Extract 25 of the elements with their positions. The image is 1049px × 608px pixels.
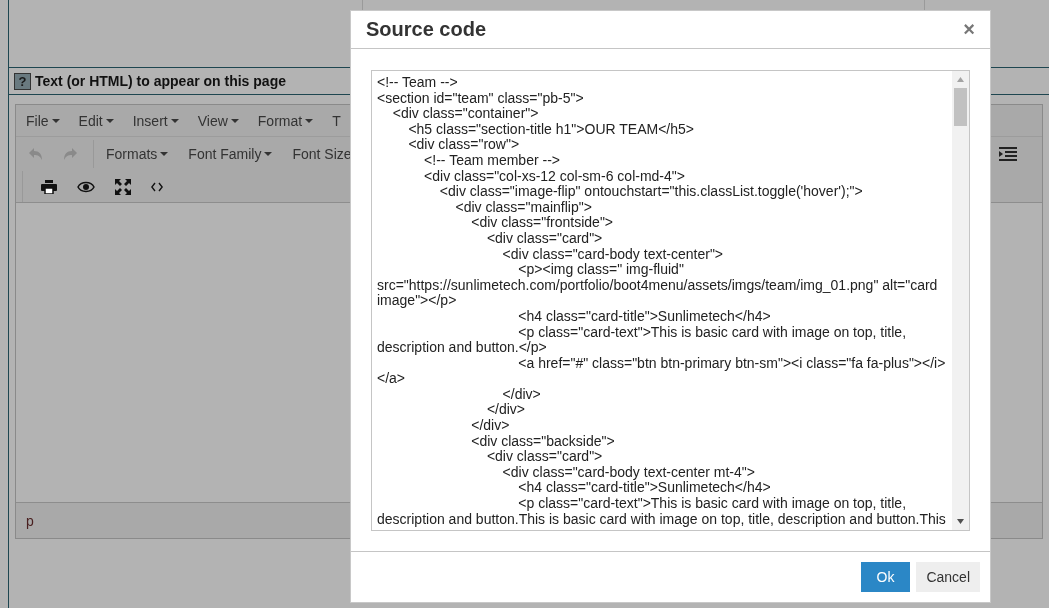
scroll-down-icon[interactable] bbox=[957, 519, 964, 524]
dialog-title: Source code bbox=[366, 18, 488, 41]
dropdown-button[interactable]: Formats bbox=[106, 146, 169, 162]
menu-item[interactable]: T bbox=[332, 112, 341, 129]
eye-icon[interactable] bbox=[77, 180, 95, 193]
print-icon[interactable] bbox=[41, 179, 57, 194]
code-field[interactable]: <!-- Team --> <section id="team" class="pb-5"> <div class="container"> <h5 class="section-title h1">OUR TEAM</h5> <div class="row"> <!-- Team member --> <div class="col-xs-12 col-sm-6 col-md-4"> <div class="image-flip" ontouchstart="this.classList.toggle('hover');"> <div class="mainflip"> <div class="frontside"> <div class="card"> <div class="card-body text-center"> <p><img class=" img-fluid" src="https://sunlimetech.com/portfolio/boot4menu/assets/imgs/team/img_01.png" alt="card image"></p> <h4 class="card-title">Sunlimetech</h4> <p class="card-text">This is basic card with image on top, title, description and button.</p> <a href="#" class="btn btn-primary btn-sm"><i class="fa fa-plus"></i></a> </div> </div> </div> <div class="backside"> <div class="card"> <div class="card-body text-center mt-4"> <h4 class="card-title">Sunlimetech</h4> <p class="card-text">This is basic card with image on top, title, description and button.This is basic card with image on top, title, description and button.This bbox=[371, 70, 970, 531]
menu-item[interactable]: Edit bbox=[78, 112, 114, 129]
dropdown-button[interactable]: Font Family bbox=[188, 146, 273, 162]
menu-item[interactable]: Insert bbox=[132, 112, 179, 129]
dropdown-button[interactable]: Font Size bbox=[292, 146, 352, 162]
element-path[interactable]: p bbox=[26, 512, 34, 529]
scrollbar[interactable] bbox=[952, 71, 969, 530]
field-label: Text (or HTML) to appear on this page bbox=[35, 73, 286, 89]
fullscreen-icon[interactable] bbox=[115, 178, 131, 195]
menu-item[interactable]: Format bbox=[257, 112, 314, 129]
help-icon[interactable]: ? bbox=[14, 72, 31, 90]
scrollbar-thumb[interactable] bbox=[954, 88, 967, 126]
close-button[interactable]: × bbox=[963, 18, 975, 41]
indent-icon[interactable] bbox=[999, 147, 1017, 161]
menu-item[interactable]: File bbox=[26, 112, 60, 129]
ok-button[interactable]: Ok bbox=[860, 562, 911, 592]
menu-item[interactable]: View bbox=[197, 112, 239, 129]
code-icon[interactable] bbox=[151, 181, 163, 192]
cancel-button[interactable]: Cancel bbox=[916, 562, 980, 592]
